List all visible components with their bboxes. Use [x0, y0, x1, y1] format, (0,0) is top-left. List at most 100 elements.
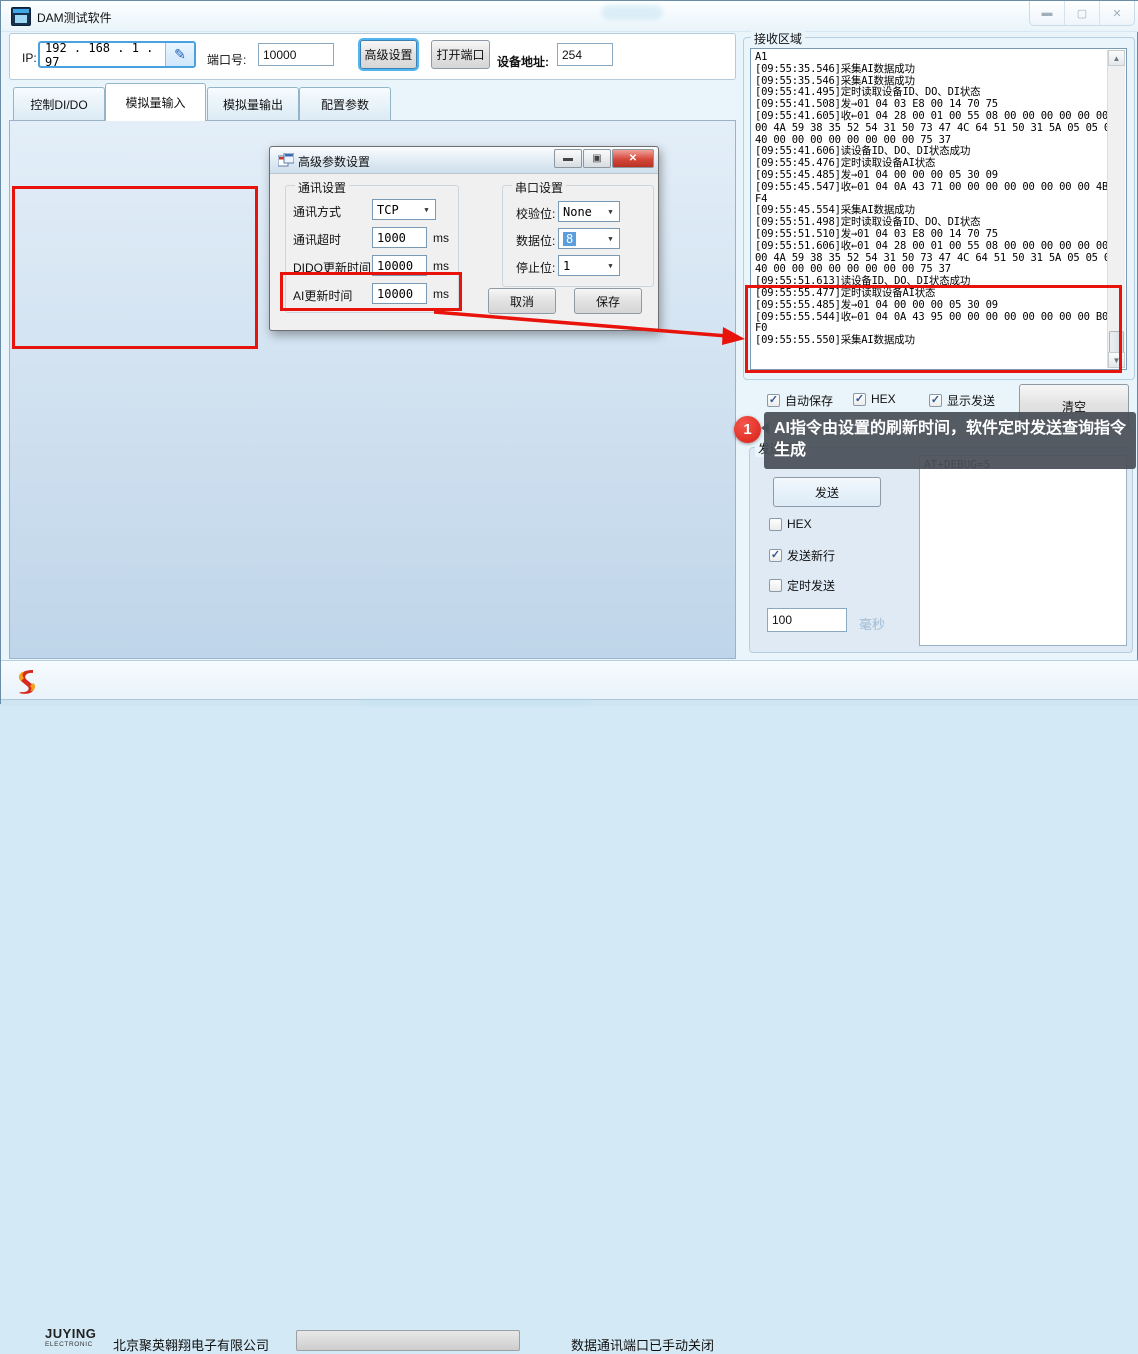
dido-refresh-unit: ms	[433, 259, 449, 273]
app-icon	[11, 7, 31, 26]
dialog-maximize-icon[interactable]: ▣	[583, 149, 611, 168]
stopbits-select[interactable]: 1▼	[558, 255, 620, 276]
scroll-up-icon[interactable]: ▲	[1108, 50, 1125, 66]
send-newline-label: 发送新行	[787, 547, 835, 564]
dialog-minimize-icon[interactable]: ▬	[554, 149, 582, 168]
recv-hex-checkbox[interactable]	[853, 393, 866, 406]
parity-label: 校验位:	[516, 205, 555, 222]
send-button[interactable]: 发送	[773, 477, 881, 507]
cancel-button[interactable]: 取消	[488, 288, 556, 314]
timed-send-interval-input[interactable]: 100	[767, 608, 847, 632]
comm-mode-label: 通讯方式	[293, 203, 341, 220]
port-label: 端口号:	[207, 51, 246, 68]
timed-send-checkbox-row[interactable]: 定时发送	[769, 577, 835, 594]
recv-hex-label: HEX	[871, 392, 896, 406]
maximize-icon[interactable]: ▢	[1065, 1, 1100, 25]
status-message: 数据通讯端口已手动关闭	[571, 1335, 714, 1354]
company-name: 北京聚英翱翔电子有限公司	[113, 1335, 269, 1354]
main-window: DAM测试软件 ▬ ▢ ✕ IP: 192 . 168 . 1 . 97 ✎ 端…	[0, 0, 1138, 704]
timed-send-checkbox[interactable]	[769, 579, 782, 592]
send-hex-checkbox-row[interactable]: HEX	[769, 517, 812, 531]
tab-analog-input[interactable]: 模拟量输入	[105, 83, 206, 121]
brand-line2: ELECTRONIC	[45, 1339, 96, 1350]
close-icon[interactable]: ✕	[1100, 1, 1134, 25]
dialog-close-icon[interactable]: ✕	[612, 149, 654, 168]
scrollbar-thumb[interactable]	[1109, 331, 1124, 353]
comm-settings-title: 通讯设置	[295, 179, 349, 196]
timed-send-label: 定时发送	[787, 577, 835, 594]
send-hex-label: HEX	[787, 517, 812, 531]
window-controls: ▬ ▢ ✕	[1029, 1, 1135, 26]
title-bar: DAM测试软件 ▬ ▢ ✕	[1, 1, 1138, 32]
serial-settings-title: 串口设置	[512, 179, 566, 196]
send-newline-checkbox[interactable]	[769, 549, 782, 562]
screen-artifact	[601, 5, 663, 20]
comm-mode-select[interactable]: TCP ▼	[372, 199, 436, 220]
dido-refresh-label: DIDO更新时间	[293, 259, 371, 276]
chevron-down-icon: ▼	[604, 204, 617, 219]
ip-field-group: 192 . 168 . 1 . 97 ✎	[38, 41, 196, 68]
databits-label: 数据位:	[516, 232, 555, 249]
ai-refresh-unit: ms	[433, 287, 449, 301]
pencil-icon: ✎	[174, 46, 186, 63]
autosave-label: 自动保存	[785, 392, 833, 409]
parity-select[interactable]: None ▼	[558, 201, 620, 222]
ip-label: IP:	[22, 51, 37, 65]
screen-artifact	[361, 700, 591, 705]
comm-timeout-label: 通讯超时	[293, 231, 341, 248]
scroll-down-icon[interactable]: ▼	[1108, 352, 1125, 368]
dialog-icon	[278, 153, 294, 167]
dialog-title-bar[interactable]: 高级参数设置 ▬ ▣ ✕	[270, 147, 658, 174]
tab-analog-output[interactable]: 模拟量输出	[207, 87, 299, 120]
advanced-params-dialog: 高级参数设置 ▬ ▣ ✕ 通讯设置 通讯方式 TCP ▼ 通讯超时 1000 ms…	[269, 146, 659, 331]
autosave-checkbox[interactable]	[767, 394, 780, 407]
progress-bar	[296, 1330, 520, 1351]
receive-log-text: A1 [09:55:35.546]采集AI数据成功 [09:55:35.546]…	[755, 52, 1107, 366]
receive-area-title: 接收区域	[751, 30, 805, 47]
send-hex-checkbox[interactable]	[769, 518, 782, 531]
timed-send-ms-label: 毫秒	[859, 614, 885, 633]
advanced-settings-button[interactable]: 高级设置	[360, 40, 417, 69]
connection-bar: IP: 192 . 168 . 1 . 97 ✎ 端口号: 10000 高级设置…	[9, 33, 736, 80]
open-port-button[interactable]: 打开端口	[431, 40, 490, 69]
brand-line1: JUYING	[45, 1328, 96, 1339]
databits-value: 8	[563, 232, 576, 246]
device-address-input[interactable]: 254	[557, 43, 613, 66]
ip-input[interactable]: 192 . 168 . 1 . 97	[40, 43, 165, 66]
port-input[interactable]: 10000	[258, 43, 334, 66]
window-frame-bottom	[1, 699, 1138, 706]
show-send-checkbox[interactable]	[929, 394, 942, 407]
brand-text: JUYING ELECTRONIC	[45, 1328, 96, 1350]
save-button[interactable]: 保存	[574, 288, 642, 314]
tab-config-params[interactable]: 配置参数	[299, 87, 391, 120]
juying-logo	[13, 668, 41, 695]
show-send-checkbox-row[interactable]: 显示发送	[929, 392, 995, 409]
minimize-icon[interactable]: ▬	[1030, 1, 1065, 25]
comm-mode-value: TCP	[377, 203, 399, 217]
dido-refresh-input[interactable]: 10000	[372, 255, 427, 276]
autosave-checkbox-row[interactable]: 自动保存	[767, 392, 833, 409]
stopbits-value: 1	[563, 259, 570, 273]
tab-control-dido[interactable]: 控制DI/DO	[13, 87, 105, 120]
receive-scrollbar[interactable]: ▲ ▼	[1107, 50, 1125, 368]
chevron-down-icon: ▼	[420, 202, 433, 217]
annotation-badge-1: 1	[734, 416, 761, 443]
send-content-box[interactable]: AT+DEBUG=5	[919, 455, 1127, 646]
send-newline-checkbox-row[interactable]: 发送新行	[769, 547, 835, 564]
comm-timeout-input[interactable]: 1000	[372, 227, 427, 248]
stopbits-label: 停止位:	[516, 259, 555, 276]
chevron-down-icon: ▼	[604, 231, 617, 246]
databits-select[interactable]: 8▼	[558, 228, 620, 249]
device-address-label: 设备地址:	[497, 53, 549, 70]
show-send-label: 显示发送	[947, 392, 995, 409]
parity-value: None	[563, 205, 592, 219]
comm-timeout-unit: ms	[433, 231, 449, 245]
dialog-title: 高级参数设置	[298, 153, 370, 170]
window-title: DAM测试软件	[37, 9, 112, 26]
status-bar: JUYING ELECTRONIC 北京聚英翱翔电子有限公司 数据通讯端口已手动…	[1, 660, 1138, 700]
edit-ip-button[interactable]: ✎	[165, 43, 194, 66]
chevron-down-icon: ▼	[604, 258, 617, 273]
recv-hex-checkbox-row[interactable]: HEX	[853, 392, 896, 406]
ai-refresh-input[interactable]: 10000	[372, 283, 427, 304]
receive-log-box[interactable]: A1 [09:55:35.546]采集AI数据成功 [09:55:35.546]…	[750, 48, 1127, 370]
